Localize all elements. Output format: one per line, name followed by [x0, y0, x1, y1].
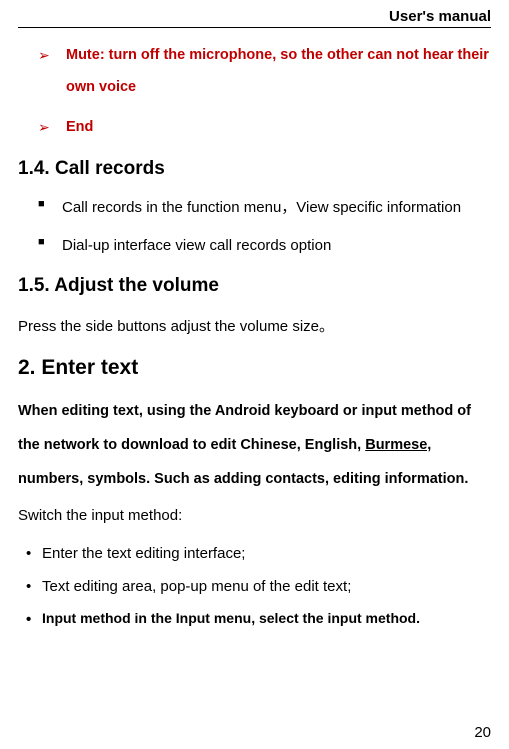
intro-part-after: numbers, symbols. Such as adding contact…: [18, 471, 468, 487]
dot-list-switch: Enter the text editing interface; Text e…: [18, 540, 491, 631]
enter-text-intro: When editing text, using the Android key…: [18, 394, 491, 496]
arrow-text-end: End: [66, 119, 93, 135]
dot-item-select-method: Input method in the Input menu, select t…: [22, 606, 491, 631]
page-header: User's manual: [18, 0, 491, 28]
arrow-bullet-list: Mute: turn off the microphone, so the ot…: [18, 40, 491, 144]
dot-item-popup-menu: Text editing area, pop-up menu of the ed…: [22, 573, 491, 600]
square-list-records: Call records in the function menu，View s…: [18, 194, 491, 261]
header-title: User's manual: [389, 8, 491, 25]
square-item-dialup: Dial-up interface view call records opti…: [38, 232, 491, 261]
arrow-item-end: End: [38, 112, 491, 144]
page-content: Mute: turn off the microphone, so the ot…: [18, 28, 491, 631]
arrow-item-mute: Mute: turn off the microphone, so the ot…: [38, 40, 491, 104]
intro-burmese: Burmese,: [365, 437, 431, 453]
heading-call-records: 1.4. Call records: [18, 158, 491, 180]
arrow-text-mute: Mute: turn off the microphone, so the ot…: [66, 47, 489, 95]
square-item-menu: Call records in the function menu，View s…: [38, 194, 491, 223]
heading-adjust-volume: 1.5. Adjust the volume: [18, 275, 491, 297]
page-number: 20: [474, 724, 491, 741]
heading-enter-text: 2. Enter text: [18, 356, 491, 380]
switch-method-label: Switch the input method:: [18, 500, 491, 532]
dot-item-enter-interface: Enter the text editing interface;: [22, 540, 491, 567]
volume-paragraph: Press the side buttons adjust the volume…: [18, 311, 491, 343]
